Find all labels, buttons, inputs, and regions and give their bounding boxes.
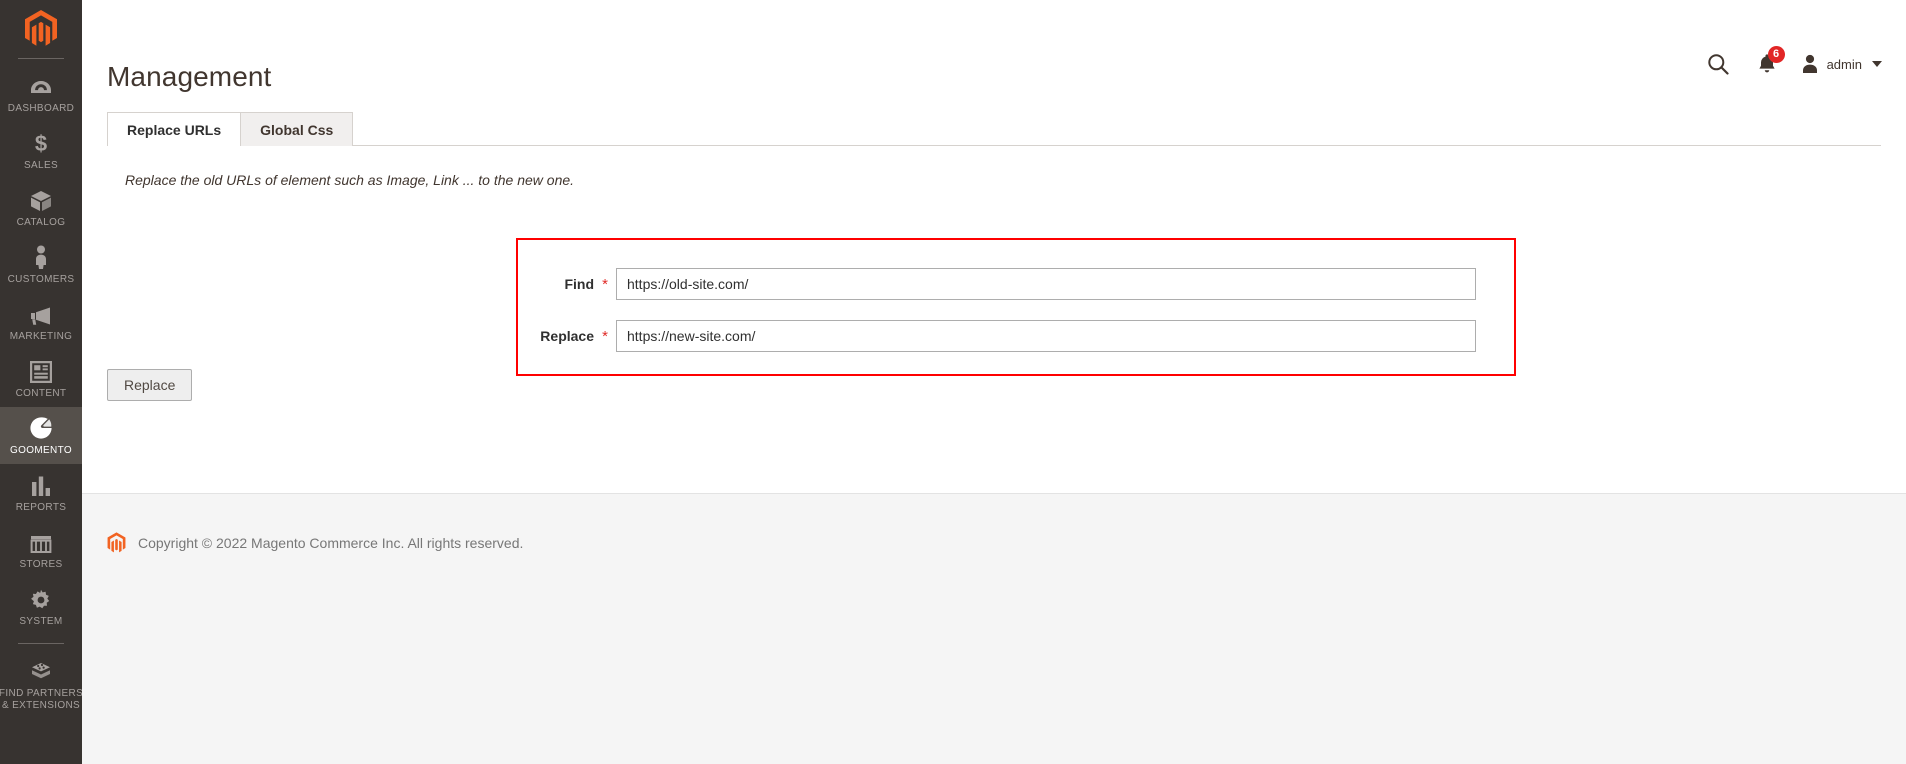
admin-page: Dashboard $ Sales Catalog Customers bbox=[0, 0, 1906, 764]
sidebar-divider-bottom bbox=[18, 643, 64, 644]
megaphone-icon bbox=[27, 302, 55, 326]
sidebar-item-find-partners[interactable]: Find Partners & Extensions bbox=[0, 650, 82, 720]
sidebar-item-label: Stores bbox=[19, 559, 63, 570]
sidebar-item-goomento[interactable]: Goomento bbox=[0, 407, 82, 464]
sidebar-item-stores[interactable]: Stores bbox=[0, 521, 82, 578]
sidebar-item-label: Dashboard bbox=[7, 103, 75, 114]
sidebar-item-marketing[interactable]: Marketing bbox=[0, 293, 82, 350]
sidebar-item-label: Reports bbox=[15, 502, 67, 513]
sidebar-item-label: Sales bbox=[24, 160, 58, 171]
user-avatar-icon bbox=[1802, 54, 1817, 73]
sidebar-item-dashboard[interactable]: Dashboard bbox=[0, 65, 82, 122]
dashboard-icon bbox=[27, 74, 55, 98]
footer-content: Copyright © 2022 Magento Commerce Inc. A… bbox=[82, 494, 1906, 554]
search-button[interactable] bbox=[1695, 46, 1741, 82]
main-sidebar: Dashboard $ Sales Catalog Customers bbox=[0, 0, 82, 764]
sidebar-item-reports[interactable]: Reports bbox=[0, 464, 82, 521]
sidebar-item-label: Content bbox=[15, 388, 67, 399]
tab-replace-urls[interactable]: Replace URLs bbox=[107, 112, 242, 147]
sidebar-item-sales[interactable]: $ Sales bbox=[0, 122, 82, 179]
gear-icon bbox=[27, 587, 55, 611]
replace-field-label: Replace bbox=[540, 328, 594, 344]
sidebar-item-label: Marketing bbox=[9, 331, 73, 342]
main-content-area: Management 6 admin Replace URLs Global C… bbox=[82, 0, 1906, 764]
notification-count-badge: 6 bbox=[1767, 46, 1785, 63]
header-actions: 6 admin bbox=[1695, 46, 1882, 82]
sidebar-item-label: System bbox=[19, 616, 63, 627]
sidebar-item-label: Catalog bbox=[16, 217, 66, 228]
sidebar-divider-top bbox=[18, 58, 64, 59]
tab-panel-replace-urls: Replace the old URLs of element such as … bbox=[82, 172, 1906, 401]
storefront-icon bbox=[27, 530, 55, 554]
replace-input[interactable] bbox=[616, 320, 1476, 352]
svg-text:$: $ bbox=[35, 131, 47, 155]
bar-chart-icon bbox=[27, 473, 55, 497]
chevron-down-icon bbox=[1872, 61, 1882, 67]
magento-logo-icon bbox=[25, 10, 57, 46]
sidebar-item-catalog[interactable]: Catalog bbox=[0, 179, 82, 236]
sidebar-item-customers[interactable]: Customers bbox=[0, 236, 82, 293]
find-field-label: Find bbox=[564, 276, 594, 292]
copyright-text: Copyright © 2022 Magento Commerce Inc. A… bbox=[138, 535, 524, 551]
notifications-button[interactable]: 6 bbox=[1741, 46, 1793, 82]
box-icon bbox=[27, 188, 55, 212]
required-asterisk-icon: * bbox=[602, 327, 608, 345]
search-icon bbox=[1707, 54, 1729, 75]
extension-blocks-icon bbox=[27, 659, 55, 683]
admin-user-menu[interactable]: admin bbox=[1801, 54, 1882, 74]
magento-logo-icon bbox=[107, 532, 126, 553]
tabs-bar: Replace URLs Global Css bbox=[107, 112, 1881, 147]
dollar-icon: $ bbox=[27, 131, 55, 155]
sidebar-item-label-line1: Find Partners bbox=[0, 688, 82, 699]
page-footer: Copyright © 2022 Magento Commerce Inc. A… bbox=[82, 493, 1906, 764]
tab-global-css[interactable]: Global Css bbox=[240, 112, 354, 146]
find-input[interactable] bbox=[616, 268, 1476, 300]
sidebar-item-label-line2: & Extensions bbox=[1, 700, 81, 711]
sidebar-item-label: Goomento bbox=[9, 445, 73, 456]
layout-icon bbox=[27, 359, 55, 383]
admin-username: admin bbox=[1826, 56, 1862, 72]
page-header: Management 6 admin bbox=[82, 0, 1906, 112]
sidebar-logo[interactable] bbox=[0, 0, 82, 58]
goomento-icon bbox=[27, 416, 55, 440]
sidebar-item-label: Customers bbox=[7, 274, 75, 285]
page-title: Management bbox=[107, 60, 272, 92]
intro-description: Replace the old URLs of element such as … bbox=[125, 172, 575, 188]
required-asterisk-icon: * bbox=[602, 275, 608, 293]
sidebar-item-system[interactable]: System bbox=[0, 578, 82, 635]
tab-list: Replace URLs Global Css bbox=[107, 112, 1881, 147]
replace-field-row: Replace * bbox=[518, 320, 1514, 352]
replace-urls-fieldset: Find * Replace * bbox=[516, 238, 1516, 376]
find-field-row: Find * bbox=[518, 268, 1514, 300]
person-icon bbox=[27, 245, 55, 269]
replace-submit-button[interactable]: Replace bbox=[107, 369, 193, 401]
sidebar-item-content[interactable]: Content bbox=[0, 350, 82, 407]
